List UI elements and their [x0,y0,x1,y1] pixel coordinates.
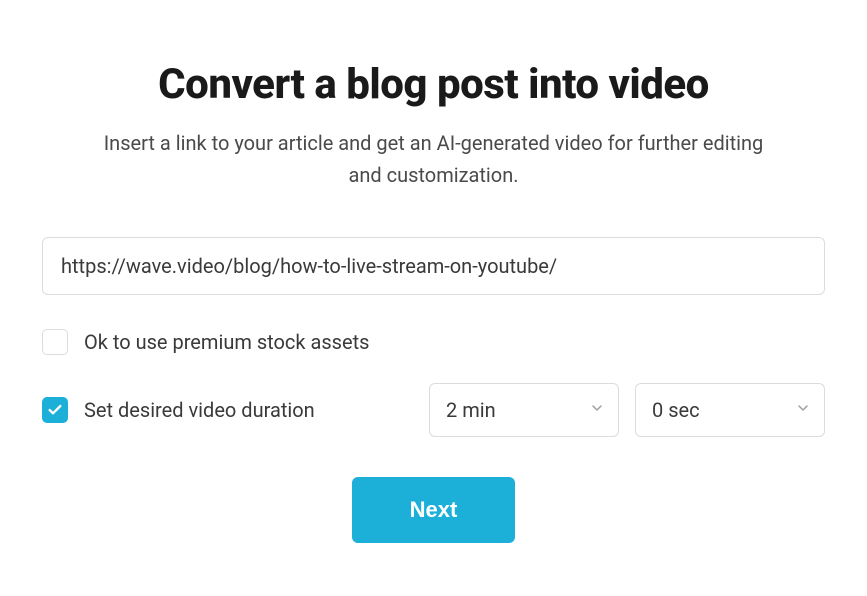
duration-checkbox[interactable] [42,397,68,423]
premium-assets-row: Ok to use premium stock assets [42,329,825,355]
duration-row: Set desired video duration 2 min 0 sec [42,383,825,437]
minutes-selected-value: 2 min [446,398,496,422]
minutes-select[interactable]: 2 min [429,383,619,437]
premium-assets-checkbox[interactable] [42,329,68,355]
article-url-input[interactable] [42,237,825,295]
premium-assets-label: Ok to use premium stock assets [84,330,369,354]
seconds-select[interactable]: 0 sec [635,383,825,437]
check-icon [47,402,63,418]
next-button[interactable]: Next [352,477,516,543]
page-title: Convert a blog post into video [42,60,825,109]
seconds-selected-value: 0 sec [652,398,700,422]
duration-label: Set desired video duration [84,398,315,422]
page-subtitle: Insert a link to your article and get an… [104,127,764,191]
